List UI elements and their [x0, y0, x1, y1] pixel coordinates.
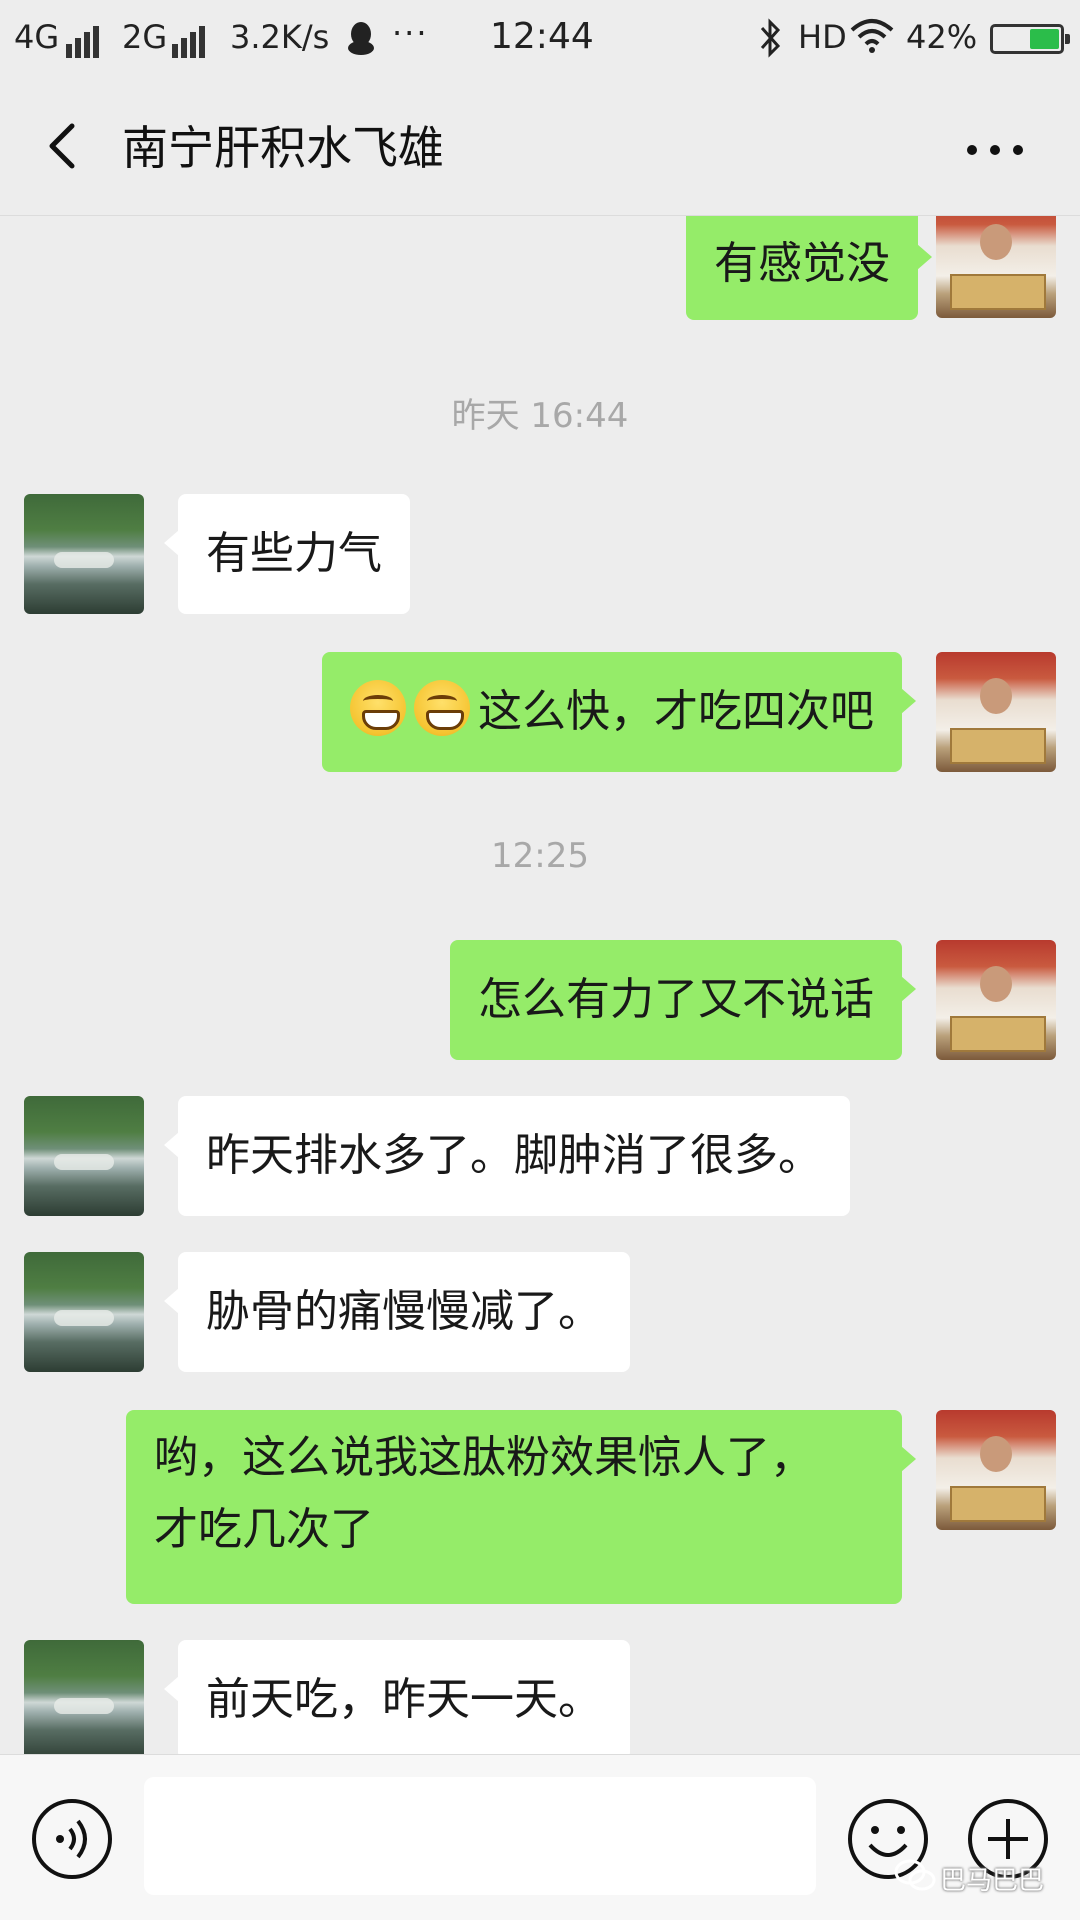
network-1-label: 4G [14, 18, 60, 56]
message-bubble-outgoing[interactable]: 这么快，才吃四次吧 [322, 652, 916, 772]
message-bubble-incoming[interactable]: 胁骨的痛慢慢减了。 [164, 1252, 630, 1372]
network-2-label: 2G [122, 18, 168, 56]
message-timestamp: 12:25 [491, 836, 589, 876]
network-speed: 3.2K/s [230, 18, 330, 56]
signal-icon [172, 20, 208, 58]
message-text: 胁骨的痛慢慢减了。 [206, 1286, 602, 1337]
wifi-icon [850, 19, 894, 53]
hd-label: HD [798, 18, 847, 56]
message-text: 怎么有力了又不说话 [478, 974, 874, 1025]
message-bubble-outgoing[interactable]: 有感觉没 [686, 216, 932, 320]
message-text: 昨天排水多了。脚肿消了很多。 [206, 1130, 822, 1181]
input-bar [0, 1754, 1080, 1920]
back-icon[interactable] [36, 116, 96, 176]
message-bubble-outgoing[interactable]: 哟，这么说我这肽粉效果惊人了， 才吃几次了 [126, 1410, 916, 1604]
grin-emoji-icon [414, 680, 470, 736]
more-icon[interactable] [960, 130, 1030, 170]
qq-icon [348, 22, 374, 55]
message-text: 有感觉没 [714, 238, 890, 289]
my-avatar[interactable] [936, 652, 1056, 772]
battery-percent: 42% [906, 18, 978, 56]
contact-avatar[interactable] [24, 1096, 144, 1216]
message-text: 前天吃，昨天一天。 [206, 1674, 602, 1725]
message-timestamp: 昨天 16:44 [451, 396, 629, 436]
battery-icon [990, 24, 1070, 54]
chat-header: 南宁肝积水飞雄 [0, 78, 1080, 216]
message-input[interactable] [144, 1777, 816, 1895]
message-bubble-incoming[interactable]: 昨天排水多了。脚肿消了很多。 [164, 1096, 850, 1216]
watermark: 巴马巴巴 [940, 1866, 1045, 1896]
my-avatar[interactable] [936, 940, 1056, 1060]
message-bubble-incoming[interactable]: 前天吃，昨天一天。 [164, 1640, 630, 1754]
voice-icon[interactable] [30, 1797, 114, 1881]
message-text: 这么快，才吃四次吧 [478, 686, 874, 737]
contact-avatar[interactable] [24, 1640, 144, 1754]
wechat-watermark-icon [894, 1859, 936, 1891]
contact-avatar[interactable] [24, 1252, 144, 1372]
bluetooth-icon [760, 18, 781, 58]
message-bubble-outgoing[interactable]: 怎么有力了又不说话 [450, 940, 916, 1060]
my-avatar[interactable] [936, 216, 1056, 318]
grin-emoji-icon [350, 680, 406, 736]
message-text: 有些力气 [206, 528, 382, 579]
status-bar: 4G 2G 3.2K/s ··· 12:44 HD 42% [0, 0, 1080, 78]
signal-icon [66, 20, 102, 58]
chat-title: 南宁肝积水飞雄 [122, 121, 444, 175]
message-text-line: 哟，这么说我这肽粉效果惊人了， [154, 1432, 814, 1483]
more-status-icon: ··· [392, 14, 429, 52]
message-bubble-incoming[interactable]: 有些力气 [164, 494, 410, 614]
contact-avatar[interactable] [24, 494, 144, 614]
message-text-line: 才吃几次了 [154, 1504, 374, 1555]
clock: 12:44 [490, 16, 594, 57]
message-list[interactable]: 有感觉没 昨天 16:44 有些力气 这么快，才吃四次吧 12:25 怎么有力了… [0, 216, 1080, 1754]
my-avatar[interactable] [936, 1410, 1056, 1530]
